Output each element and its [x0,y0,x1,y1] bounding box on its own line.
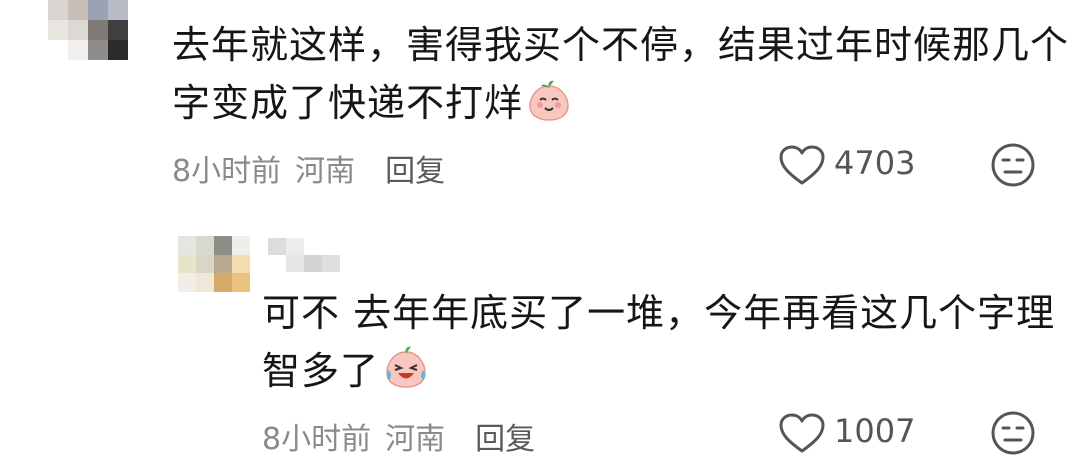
comment-time: 8小时前 [172,154,282,189]
reply-time: 8小时前 [262,422,372,457]
comment-like-button[interactable]: 4703 [778,142,928,186]
reply-meta: 8小时前 河南 回复 [262,414,535,458]
reply-like-count: 1007 [834,412,916,450]
reply-like-button[interactable]: 1007 [778,410,928,454]
comment-text-line-2: 字变成了快递不打烊 [172,74,571,138]
comment-like-count: 4703 [834,144,916,182]
laugh-cry-peach-emoji-icon [383,346,429,406]
smile-peach-emoji-icon [527,80,571,138]
comment-meta: 8小时前 河南 回复 [172,146,445,190]
comment-reply-button[interactable]: 回复 [385,154,445,189]
reply-text-line-2: 智多了 [262,342,429,406]
reply-location: 河南 [385,422,446,457]
unhappy-face-icon [991,143,1035,187]
heart-outline-icon [779,145,825,185]
comment-text-line-2-content: 字变成了快递不打烊 [172,81,524,125]
heart-outline-icon [779,413,825,453]
reply-reply-button[interactable]: 回复 [475,422,535,457]
reply-username[interactable] [268,238,340,272]
comment-avatar[interactable] [48,0,128,60]
reply-text-line-1: 可不 去年年底买了一堆，今年再看这几个字理 [262,291,1056,335]
reply-avatar[interactable] [178,236,250,292]
reply-dislike-button[interactable] [990,410,1036,456]
comment-dislike-button[interactable] [990,142,1036,188]
unhappy-face-icon [991,411,1035,455]
comment-text-line-1: 去年就这样，害得我买个不停，结果过年时候那几个 [172,23,1070,67]
reply-text-line-2-content: 智多了 [262,349,380,393]
comment-location: 河南 [295,154,356,189]
